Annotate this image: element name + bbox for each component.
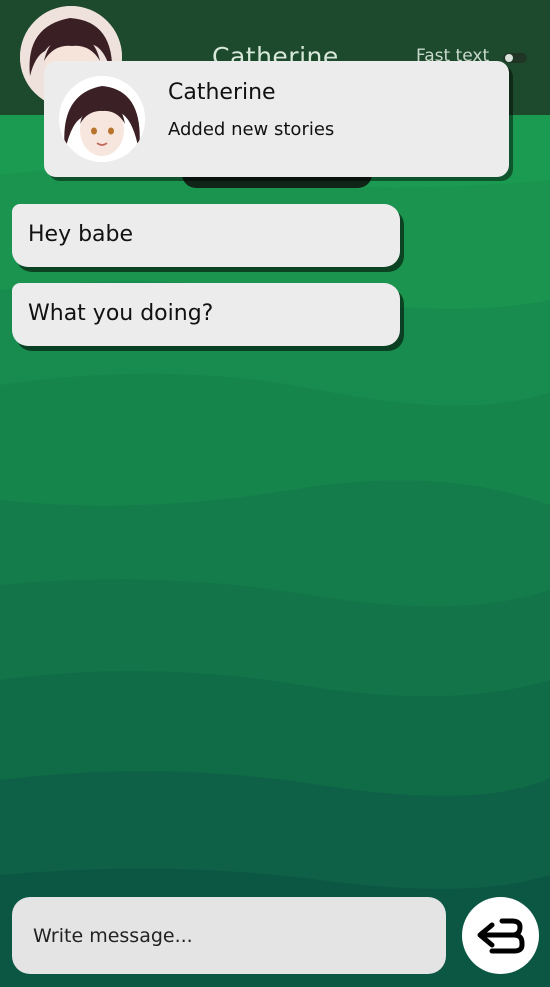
message-text: What you doing? bbox=[28, 301, 214, 326]
message-bubble: What you doing? bbox=[12, 283, 400, 346]
send-button[interactable] bbox=[462, 897, 539, 974]
message-text: Hey babe bbox=[28, 222, 134, 247]
message-bubble: Hey babe bbox=[12, 204, 400, 267]
fast-text-toggle[interactable] bbox=[503, 53, 527, 63]
notification-avatar bbox=[59, 76, 145, 162]
notification-title: Catherine bbox=[168, 80, 276, 105]
return-arrow-icon bbox=[477, 918, 525, 954]
profile-avatar-icon bbox=[59, 76, 145, 162]
toggle-knob bbox=[505, 54, 513, 62]
notification-text: Added new stories bbox=[168, 119, 335, 140]
message-input-placeholder: Write message... bbox=[33, 925, 193, 947]
story-notification[interactable]: Catherine Added new stories bbox=[44, 61, 509, 177]
message-input[interactable]: Write message... bbox=[12, 897, 446, 974]
